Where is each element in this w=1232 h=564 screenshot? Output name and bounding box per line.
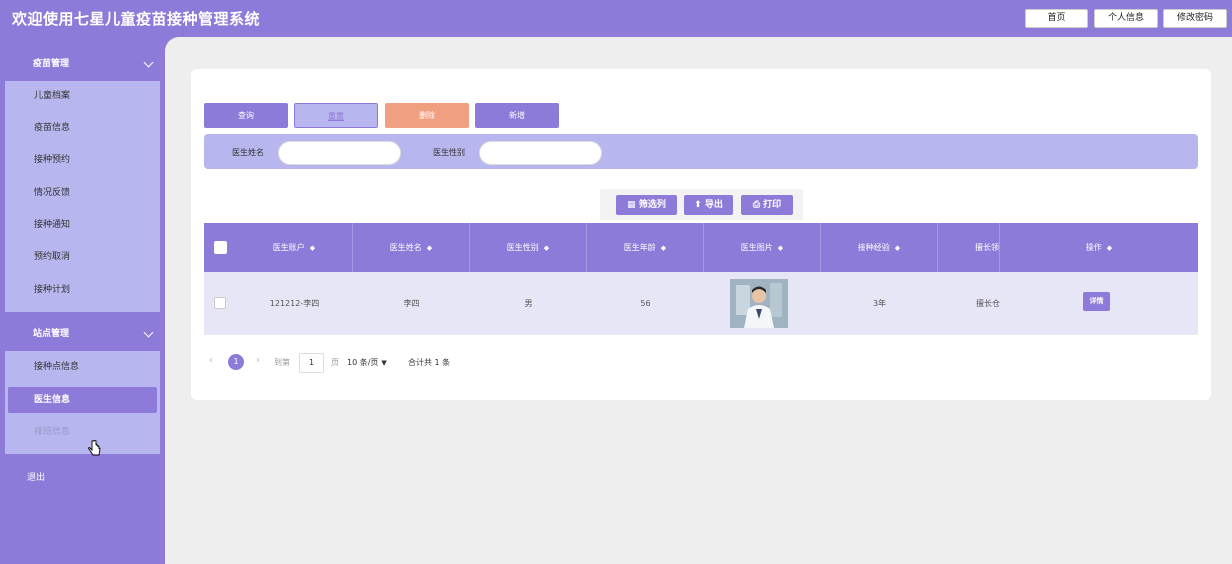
logout-link[interactable]: 退出 bbox=[27, 470, 45, 483]
next-page-icon[interactable]: › bbox=[256, 355, 260, 366]
doctor-name-label: 医生姓名 bbox=[232, 148, 264, 157]
sidebar-item-appointment[interactable]: 接种预约 bbox=[5, 147, 160, 173]
sidebar-item-child-records[interactable]: 儿童档案 bbox=[5, 83, 160, 109]
sidebar-item-plan[interactable]: 接种计划 bbox=[5, 277, 160, 303]
column-header-gender[interactable]: 医生性别 ◆ bbox=[470, 223, 587, 272]
chevron-down-icon bbox=[143, 57, 154, 68]
page-unit-label: 页 bbox=[331, 358, 339, 367]
sidebar-group-station[interactable]: 站点管理 bbox=[5, 317, 160, 351]
cell-name: 李四 bbox=[403, 299, 420, 308]
cell-age: 56 bbox=[640, 299, 651, 308]
sort-icon: ◆ bbox=[1106, 244, 1113, 252]
sidebar-item-doctor-info[interactable]: 医生信息 bbox=[8, 387, 157, 413]
change-password-button[interactable]: 修改密码 bbox=[1163, 9, 1227, 28]
profile-button[interactable]: 个人信息 bbox=[1094, 9, 1158, 28]
column-header-age[interactable]: 医生年龄 ◆ bbox=[587, 223, 704, 272]
sidebar-group-label: 站点管理 bbox=[33, 329, 70, 339]
query-button[interactable]: 查询 bbox=[204, 103, 288, 128]
page-size-select[interactable]: 10 条/页 ▼ bbox=[347, 357, 387, 368]
sort-icon: ◆ bbox=[309, 244, 316, 252]
page-number-current[interactable]: 1 bbox=[228, 354, 244, 370]
filter-columns-button[interactable]: ▦ 筛选列 bbox=[616, 195, 677, 215]
sort-icon: ◆ bbox=[777, 244, 784, 252]
sort-icon: ◆ bbox=[543, 244, 550, 252]
prev-page-icon[interactable]: ‹ bbox=[209, 355, 213, 366]
delete-button[interactable]: 删除 bbox=[385, 103, 469, 128]
doctor-gender-input[interactable] bbox=[479, 141, 602, 165]
sidebar-group-vaccine[interactable]: 疫苗管理 bbox=[5, 47, 160, 81]
sidebar-item-schedule[interactable]: 排班信息 bbox=[5, 419, 160, 445]
sidebar-corner bbox=[165, 37, 185, 57]
sidebar-group-label: 疫苗管理 bbox=[33, 59, 70, 69]
detail-button[interactable]: 详情 bbox=[1083, 292, 1110, 311]
doctor-gender-label: 医生性别 bbox=[433, 148, 465, 157]
goto-label: 到第 bbox=[274, 358, 290, 367]
column-header-experience[interactable]: 接种经验 ◆ bbox=[821, 223, 938, 272]
column-header-photo[interactable]: 医生图片 ◆ bbox=[704, 223, 821, 272]
column-header-actions[interactable]: 操作 ◆ bbox=[1000, 223, 1198, 272]
sidebar-item-notice[interactable]: 接种通知 bbox=[5, 212, 160, 238]
sort-icon: ◆ bbox=[660, 244, 667, 252]
sidebar-item-cancel[interactable]: 预约取消 bbox=[5, 244, 160, 270]
sort-icon: ◆ bbox=[894, 244, 901, 252]
chevron-down-icon bbox=[143, 327, 154, 338]
export-icon: ⬆ bbox=[694, 200, 705, 210]
row-checkbox[interactable] bbox=[214, 297, 226, 309]
column-header-specialty[interactable]: 擅长领 bbox=[938, 223, 1000, 272]
printer-icon: ⎙ bbox=[752, 200, 764, 210]
sort-icon: ◆ bbox=[426, 244, 433, 252]
total-count: 合计共 1 条 bbox=[408, 358, 451, 367]
hand-cursor-icon bbox=[88, 440, 101, 456]
sidebar-item-vaccine-info[interactable]: 疫苗信息 bbox=[5, 115, 160, 141]
export-button[interactable]: ⬆ 导出 bbox=[684, 195, 733, 215]
doctor-photo[interactable] bbox=[730, 279, 788, 328]
column-header-account[interactable]: 医生账户 ◆ bbox=[236, 223, 353, 272]
reset-button[interactable]: 重置 bbox=[294, 103, 378, 128]
doctor-name-input[interactable] bbox=[278, 141, 401, 165]
column-header-name[interactable]: 医生姓名 ◆ bbox=[353, 223, 470, 272]
sidebar-item-station-info[interactable]: 接种点信息 bbox=[5, 354, 160, 380]
page-jump-input[interactable]: 1 bbox=[299, 353, 324, 373]
cell-specialty: 擅长仓 bbox=[976, 299, 1000, 308]
home-button[interactable]: 首页 bbox=[1025, 9, 1088, 28]
app-title: 欢迎使用七星儿童疫苗接种管理系统 bbox=[12, 10, 261, 28]
add-button[interactable]: 新增 bbox=[475, 103, 559, 128]
columns-icon: ▦ bbox=[627, 200, 639, 210]
cell-experience: 3年 bbox=[872, 299, 887, 308]
cell-account: 121212-李四 bbox=[269, 299, 320, 308]
chevron-down-icon: ▼ bbox=[381, 359, 387, 367]
cell-gender: 男 bbox=[524, 299, 533, 308]
sidebar-item-feedback[interactable]: 情况反馈 bbox=[5, 180, 160, 206]
print-button[interactable]: ⎙ 打印 bbox=[741, 195, 793, 215]
select-all-checkbox[interactable] bbox=[214, 241, 227, 254]
